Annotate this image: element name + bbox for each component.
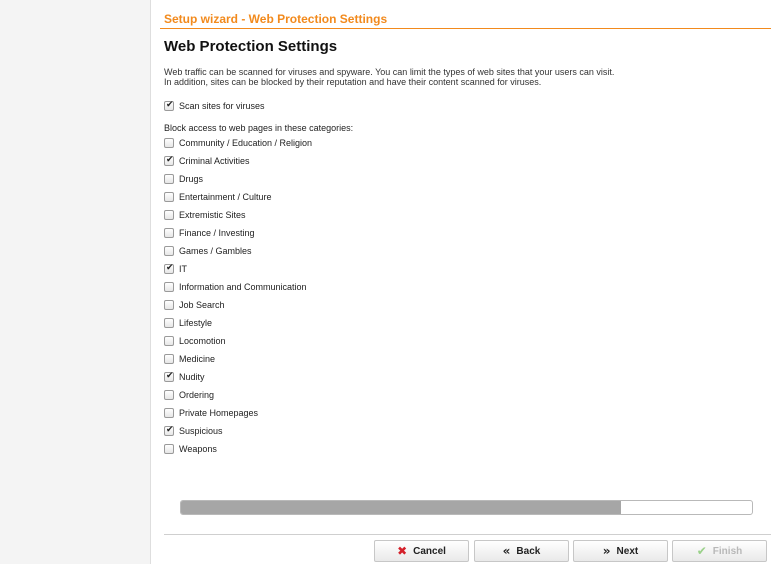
category-checkbox[interactable] <box>164 408 174 418</box>
intro-line-2: In addition, sites can be blocked by the… <box>164 77 542 87</box>
category-label: Community / Education / Religion <box>179 138 313 148</box>
category-checkbox-row[interactable]: Suspicious <box>164 422 764 440</box>
category-checkbox[interactable] <box>164 192 174 202</box>
category-label: Lifestyle <box>179 318 213 328</box>
progress-bar <box>180 500 753 515</box>
category-checkbox-row[interactable]: Finance / Investing <box>164 224 764 242</box>
category-label: Weapons <box>179 444 217 454</box>
double-chevron-right-icon: » <box>602 544 611 558</box>
category-checkbox[interactable] <box>164 354 174 364</box>
category-checkbox-row[interactable]: Nudity <box>164 368 764 386</box>
category-checkbox-row[interactable]: Drugs <box>164 170 764 188</box>
category-list: Community / Education / Religion Criminal… <box>164 134 764 458</box>
next-button-label: Next <box>616 545 639 557</box>
category-checkbox-row[interactable]: Extremistic Sites <box>164 206 764 224</box>
category-label: Ordering <box>179 390 215 400</box>
wizard-title: Setup wizard - Web Protection Settings <box>164 12 388 26</box>
main-content: Web Protection Settings Web traffic can … <box>164 38 764 458</box>
category-label: Games / Gambles <box>179 246 252 256</box>
back-button-label: Back <box>516 545 541 557</box>
category-checkbox[interactable] <box>164 138 174 148</box>
category-checkbox[interactable] <box>164 425 174 436</box>
category-checkbox-row[interactable]: Private Homepages <box>164 404 764 422</box>
category-checkbox[interactable] <box>164 246 174 256</box>
progress-bar-fill <box>181 501 621 514</box>
finish-button[interactable]: ✔ Finish <box>672 540 767 562</box>
close-icon: ✖ <box>397 544 408 558</box>
category-label: Drugs <box>179 174 204 184</box>
category-label: Job Search <box>179 300 225 310</box>
back-button[interactable]: « Back <box>474 540 569 562</box>
category-checkbox[interactable] <box>164 390 174 400</box>
category-label: Criminal Activities <box>179 156 250 166</box>
category-checkbox-row[interactable]: Medicine <box>164 350 764 368</box>
category-checkbox[interactable] <box>164 228 174 238</box>
category-checkbox[interactable] <box>164 210 174 220</box>
intro-text: Web traffic can be scanned for viruses a… <box>164 67 764 87</box>
cancel-button[interactable]: ✖ Cancel <box>374 540 469 562</box>
category-label: Extremistic Sites <box>179 210 246 220</box>
category-label: IT <box>179 264 187 274</box>
category-checkbox-row[interactable]: Weapons <box>164 440 764 458</box>
category-checkbox[interactable] <box>164 263 174 274</box>
category-label: Nudity <box>179 372 205 382</box>
category-checkbox-row[interactable]: Community / Education / Religion <box>164 134 764 152</box>
category-checkbox[interactable] <box>164 282 174 292</box>
left-sidebar-panel <box>0 0 151 564</box>
double-chevron-left-icon: « <box>502 544 511 558</box>
category-label: Entertainment / Culture <box>179 192 272 202</box>
wizard-header: Setup wizard - Web Protection Settings <box>160 10 771 29</box>
next-button[interactable]: » Next <box>573 540 668 562</box>
category-checkbox[interactable] <box>164 300 174 310</box>
category-label: Finance / Investing <box>179 228 255 238</box>
category-checkbox[interactable] <box>164 336 174 346</box>
category-checkbox-row[interactable]: Information and Communication <box>164 278 764 296</box>
footer-divider <box>164 534 771 535</box>
category-label: Information and Communication <box>179 282 307 292</box>
category-checkbox-row[interactable]: Games / Gambles <box>164 242 764 260</box>
checkmark-icon: ✔ <box>696 544 707 558</box>
category-checkbox-row[interactable]: Job Search <box>164 296 764 314</box>
categories-heading: Block access to web pages in these categ… <box>164 123 354 133</box>
category-checkbox-row[interactable]: Entertainment / Culture <box>164 188 764 206</box>
category-checkbox-row[interactable]: Locomotion <box>164 332 764 350</box>
category-checkbox-row[interactable]: Ordering <box>164 386 764 404</box>
category-label: Locomotion <box>179 336 226 346</box>
category-checkbox[interactable] <box>164 318 174 328</box>
category-checkbox[interactable] <box>164 444 174 454</box>
scan-sites-checkbox[interactable] <box>164 100 174 111</box>
category-checkbox[interactable] <box>164 155 174 166</box>
category-checkbox[interactable] <box>164 371 174 382</box>
category-label: Private Homepages <box>179 408 259 418</box>
finish-button-label: Finish <box>712 545 743 557</box>
category-label: Medicine <box>179 354 216 364</box>
category-label: Suspicious <box>179 426 223 436</box>
category-checkbox[interactable] <box>164 174 174 184</box>
scan-sites-checkbox-row[interactable]: Scan sites for viruses <box>164 97 764 115</box>
page-title: Web Protection Settings <box>164 38 338 55</box>
category-checkbox-row[interactable]: IT <box>164 260 764 278</box>
intro-line-1: Web traffic can be scanned for viruses a… <box>164 67 615 77</box>
category-checkbox-row[interactable]: Criminal Activities <box>164 152 764 170</box>
scan-sites-label: Scan sites for viruses <box>179 101 265 111</box>
category-checkbox-row[interactable]: Lifestyle <box>164 314 764 332</box>
cancel-button-label: Cancel <box>413 545 446 557</box>
